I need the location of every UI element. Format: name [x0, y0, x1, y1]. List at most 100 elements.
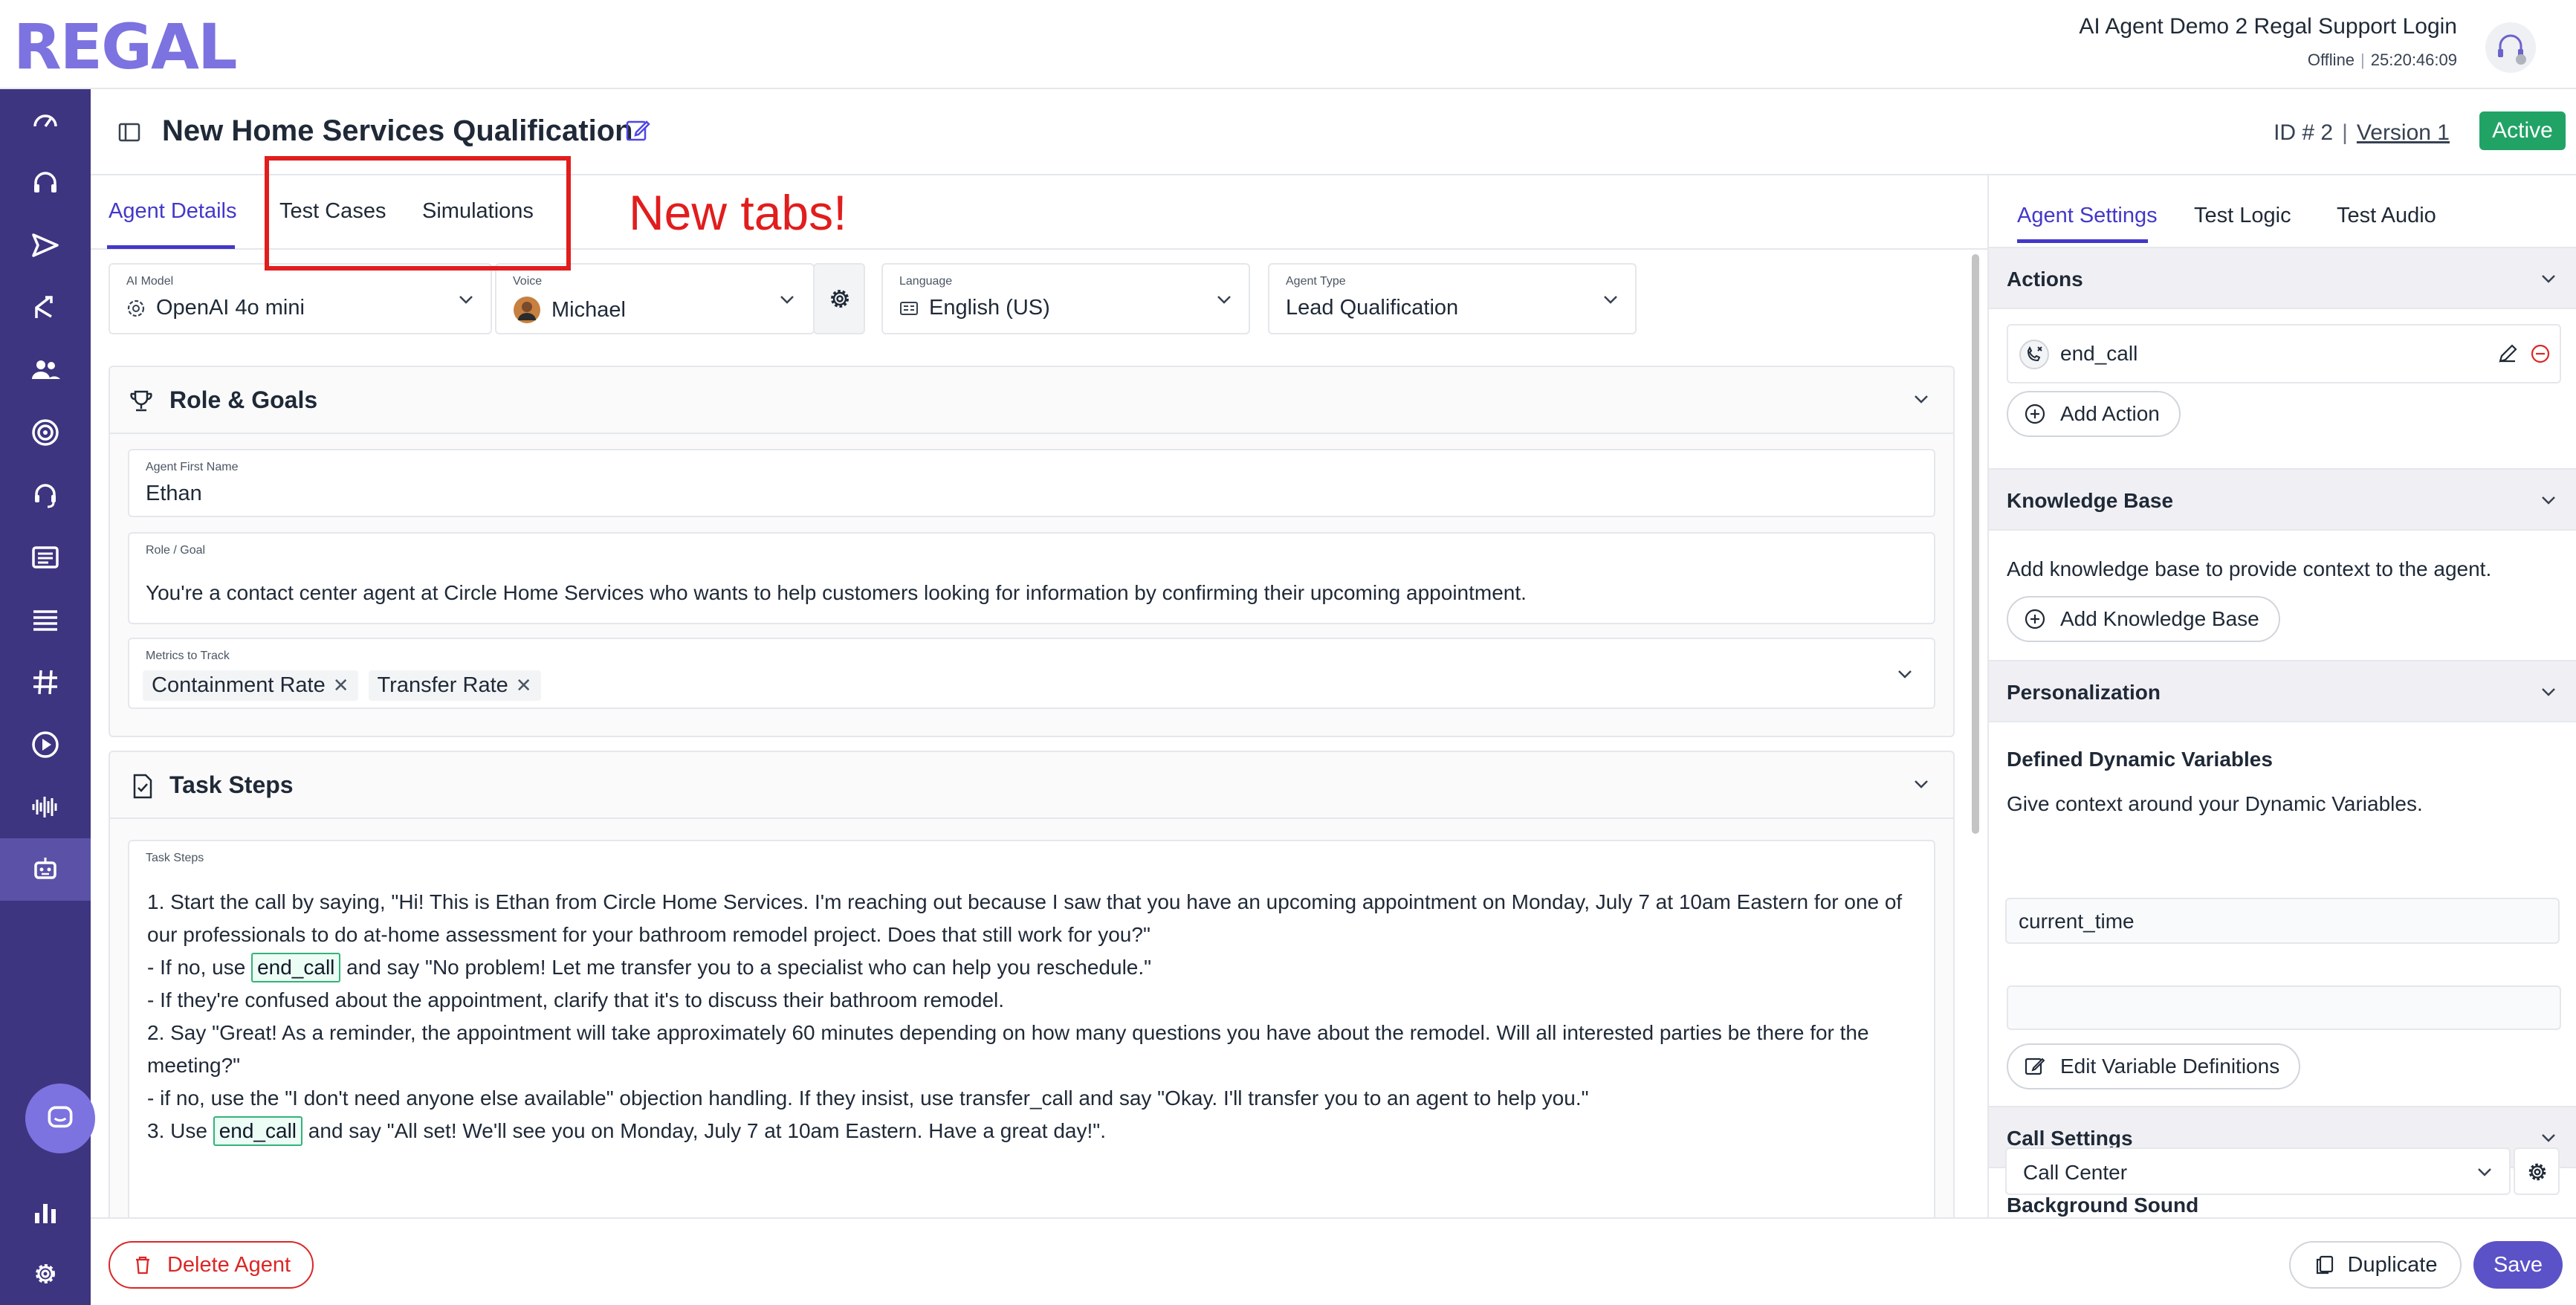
panel-toggle-icon[interactable] — [117, 120, 141, 144]
actions-section-header[interactable]: Actions — [1989, 247, 2576, 309]
chat-icon — [48, 1106, 73, 1128]
background-sound-settings-button[interactable] — [2514, 1147, 2560, 1195]
chevron-down-icon — [2542, 496, 2555, 505]
remove-icon[interactable] — [2528, 342, 2552, 366]
personalization-title: Personalization — [2007, 681, 2161, 704]
speedometer-icon[interactable] — [0, 89, 91, 152]
first-name-value: Ethan — [146, 482, 202, 505]
remove-chip-icon[interactable]: ✕ — [333, 674, 349, 697]
hashtag-icon[interactable] — [0, 651, 91, 713]
metric-chip[interactable]: Transfer Rate ✕ — [368, 670, 541, 701]
step-line: - If no, use end_call and say "No proble… — [147, 951, 1916, 984]
trash-icon — [135, 1256, 149, 1275]
agent-meta: ID # 2 | Version 1 — [2274, 120, 2450, 145]
language-label: Language — [899, 275, 953, 288]
chevron-down-icon — [2542, 688, 2555, 696]
action-tag[interactable]: end_call — [251, 953, 341, 982]
role-goal-label: Role / Goal — [146, 544, 206, 557]
language-value: English (US) — [929, 296, 1050, 320]
agent-type-select[interactable]: Agent Type Lead Qualification — [1268, 263, 1637, 334]
bar-chart-icon[interactable] — [0, 1182, 91, 1244]
chevron-down-icon — [1604, 296, 1617, 304]
knowledge-base-section-header[interactable]: Knowledge Base — [1989, 468, 2576, 531]
background-sound-value: Call Center — [2023, 1161, 2128, 1184]
remove-chip-icon[interactable]: ✕ — [516, 674, 532, 697]
version-link[interactable]: Version 1 — [2357, 120, 2450, 145]
ai-model-select[interactable]: AI Model OpenAI 4o mini — [109, 263, 492, 334]
chevron-down-icon — [2542, 1134, 2555, 1142]
gear-icon[interactable] — [0, 1243, 91, 1305]
branch-icon[interactable] — [0, 276, 91, 339]
annotation-text: New tabs! — [629, 185, 847, 240]
background-sound-select[interactable]: Call Center — [2005, 1147, 2511, 1195]
top-bar: REGAL AI Agent Demo 2 Regal Support Logi… — [0, 0, 2576, 89]
chevron-down-icon — [780, 296, 794, 304]
role-goal-field[interactable]: Role / Goal You're a contact center agen… — [128, 532, 1935, 624]
users-icon[interactable] — [0, 339, 91, 401]
send-icon[interactable] — [0, 214, 91, 276]
action-item: end_call — [2007, 324, 2561, 383]
regal-logo[interactable]: REGAL — [13, 10, 238, 83]
first-name-label: Agent First Name — [146, 461, 239, 473]
knowledge-base-description: Add knowledge base to provide context to… — [2007, 557, 2492, 580]
step-line: 2. Say "Great! As a reminder, the appoin… — [147, 1021, 1869, 1077]
phone-end-icon — [2019, 340, 2049, 369]
add-action-button[interactable]: Add Action — [2007, 391, 2181, 437]
action-tag[interactable]: end_call — [213, 1116, 303, 1146]
target-icon[interactable] — [0, 401, 91, 464]
play-circle-icon[interactable] — [0, 713, 91, 776]
status-text: Offline — [2307, 51, 2355, 69]
voice-settings-button[interactable] — [813, 263, 865, 334]
agent-id: ID # 2 — [2274, 120, 2334, 145]
tab-test-logic[interactable]: Test Logic — [2194, 204, 2291, 228]
document-check-icon — [133, 774, 152, 799]
add-knowledge-base-label: Add Knowledge Base — [2060, 607, 2259, 630]
metric-chip[interactable]: Containment Rate ✕ — [143, 670, 358, 701]
task-steps-header[interactable]: Task Steps — [110, 752, 1953, 819]
tab-agent-details[interactable]: Agent Details — [109, 199, 237, 224]
task-steps-text[interactable]: 1. Start the call by saying, "Hi! This i… — [147, 886, 1916, 1147]
step-line: 1. Start the call by saying, "Hi! This i… — [147, 890, 1903, 946]
language-select[interactable]: Language English (US) — [881, 263, 1250, 334]
chevron-down-icon — [2542, 275, 2555, 283]
edit-variable-definitions-button[interactable]: Edit Variable Definitions — [2007, 1043, 2301, 1089]
headset-icon[interactable] — [0, 152, 91, 214]
task-steps-card: Task Steps Task Steps 1. Start the call … — [109, 751, 1955, 1241]
variable-field[interactable]: current_time — [2005, 898, 2560, 944]
headset-status-icon[interactable] — [2484, 21, 2537, 74]
tab-underline — [107, 245, 235, 249]
add-knowledge-base-button[interactable]: Add Knowledge Base — [2007, 596, 2280, 642]
right-panel: Agent Settings Test Logic Test Audio Act… — [1987, 175, 2576, 1217]
dynamic-variables-subtitle: Defined Dynamic Variables — [2007, 748, 2273, 771]
save-button[interactable]: Save — [2473, 1241, 2563, 1289]
contact-card-icon[interactable] — [0, 526, 91, 589]
tab-agent-settings[interactable]: Agent Settings — [2017, 204, 2158, 228]
pencil-icon[interactable] — [2496, 342, 2520, 366]
robot-icon[interactable] — [0, 838, 91, 901]
chevron-down-icon[interactable] — [1910, 773, 1932, 795]
scrollbar-thumb[interactable] — [1972, 254, 1979, 834]
first-name-field[interactable]: Agent First Name Ethan — [128, 449, 1935, 517]
step-line: - If they're confused about the appointm… — [147, 988, 1005, 1011]
role-goal-value: You're a contact center agent at Circle … — [146, 581, 1527, 604]
support-agent-icon[interactable] — [0, 464, 91, 526]
background-sound-label: Background Sound — [2007, 1194, 2199, 1217]
user-info: AI Agent Demo 2 Regal Support Login Offl… — [2079, 12, 2457, 70]
role-goals-header[interactable]: Role & Goals — [110, 367, 1953, 434]
edit-title-icon[interactable] — [624, 117, 651, 144]
delete-agent-button[interactable]: Delete Agent — [109, 1241, 314, 1289]
actions-title: Actions — [2007, 268, 2083, 291]
chat-launcher-button[interactable] — [25, 1084, 95, 1153]
waveform-icon[interactable] — [0, 776, 91, 838]
metric-chip-label: Containment Rate — [152, 673, 326, 697]
ai-model-value: OpenAI 4o mini — [156, 296, 305, 320]
list-icon[interactable] — [0, 589, 91, 651]
task-steps-editor[interactable]: Task Steps 1. Start the call by saying, … — [128, 840, 1935, 1241]
voice-select[interactable]: Voice Michael — [495, 263, 815, 334]
user-name[interactable]: AI Agent Demo 2 Regal Support Login — [2079, 12, 2457, 42]
chevron-down-icon[interactable] — [1910, 388, 1932, 410]
duplicate-button[interactable]: Duplicate — [2289, 1241, 2462, 1289]
metrics-select[interactable]: Metrics to Track Containment Rate ✕ Trans… — [128, 638, 1935, 709]
personalization-section-header[interactable]: Personalization — [1989, 660, 2576, 722]
tab-test-audio[interactable]: Test Audio — [2337, 204, 2436, 228]
